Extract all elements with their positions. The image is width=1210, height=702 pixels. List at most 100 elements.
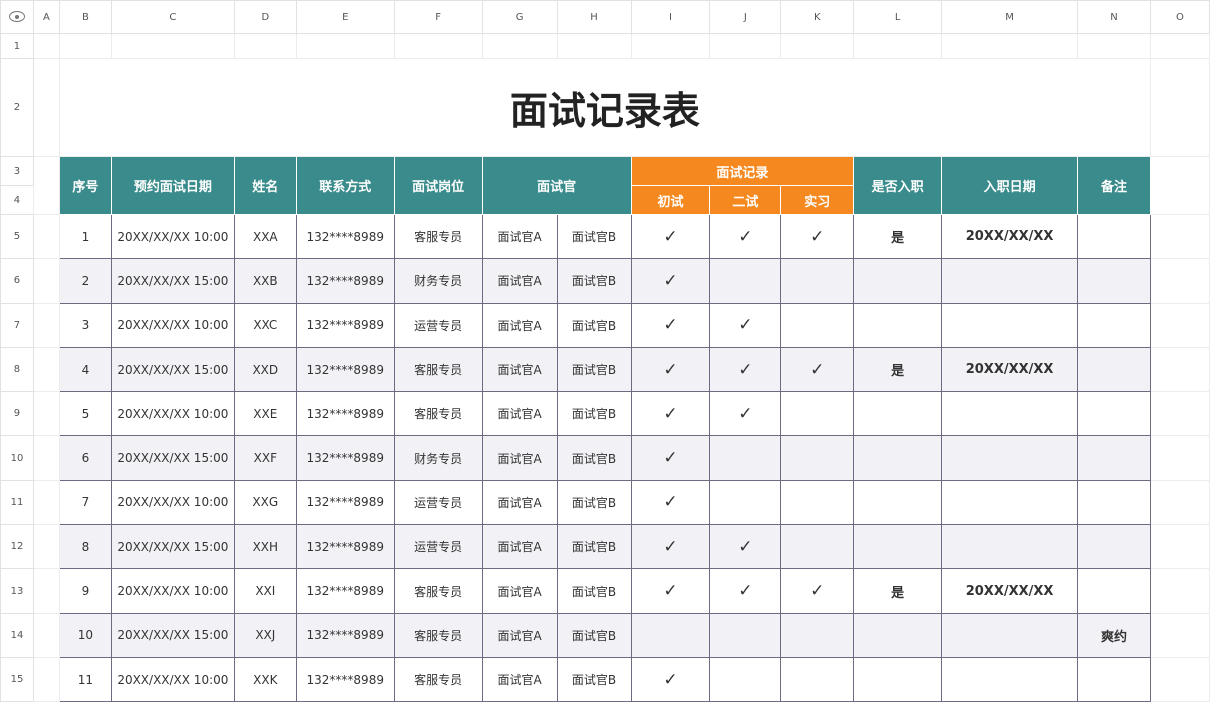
- cell-name[interactable]: XXG: [233, 479, 297, 526]
- header-record[interactable]: 面试记录: [630, 156, 855, 186]
- empty-cell[interactable]: [1149, 302, 1210, 348]
- header-note[interactable]: 备注: [1077, 156, 1151, 215]
- cell-contact[interactable]: 132****8989: [295, 435, 395, 481]
- cell-date[interactable]: 20XX/XX/XX 15:00: [110, 258, 235, 304]
- empty-cell[interactable]: [32, 479, 60, 526]
- empty-cell[interactable]: [32, 391, 60, 437]
- empty-cell[interactable]: [556, 33, 632, 59]
- cell-date[interactable]: 20XX/XX/XX 10:00: [110, 656, 235, 702]
- empty-cell[interactable]: [32, 156, 60, 215]
- cell-hired[interactable]: [853, 302, 943, 348]
- empty-cell[interactable]: [709, 33, 782, 59]
- cell-interviewer-a[interactable]: 面试官A: [481, 302, 558, 348]
- cell-position[interactable]: 运营专员: [393, 479, 483, 526]
- cell-contact[interactable]: 132****8989: [295, 302, 395, 348]
- column-header-K[interactable]: K: [780, 0, 855, 34]
- empty-cell[interactable]: [1149, 213, 1210, 260]
- column-header-B[interactable]: B: [58, 0, 112, 34]
- empty-cell[interactable]: [110, 33, 235, 59]
- row-header-5[interactable]: 5: [0, 213, 34, 260]
- cell-seq[interactable]: 10: [58, 612, 112, 658]
- empty-cell[interactable]: [1149, 568, 1210, 614]
- cell-name[interactable]: XXI: [233, 568, 297, 614]
- cell-date[interactable]: 20XX/XX/XX 10:00: [110, 213, 235, 260]
- cell-position[interactable]: 客服专员: [393, 391, 483, 437]
- cell-second-check[interactable]: ✓: [709, 346, 782, 393]
- cell-interviewer-b[interactable]: 面试官B: [556, 391, 632, 437]
- cell-name[interactable]: XXB: [233, 258, 297, 304]
- cell-contact[interactable]: 132****8989: [295, 391, 395, 437]
- cell-interviewer-a[interactable]: 面试官A: [481, 346, 558, 393]
- cell-hired[interactable]: 是: [853, 568, 943, 614]
- column-header-L[interactable]: L: [853, 0, 943, 34]
- empty-cell[interactable]: [32, 612, 60, 658]
- cell-intern-check[interactable]: [780, 656, 855, 702]
- empty-cell[interactable]: [630, 33, 711, 59]
- empty-cell[interactable]: [295, 33, 395, 59]
- select-all-corner[interactable]: [0, 0, 34, 34]
- header-position[interactable]: 面试岗位: [393, 156, 483, 215]
- cell-second-check[interactable]: [709, 656, 782, 702]
- cell-hired[interactable]: [853, 479, 943, 526]
- cell-note[interactable]: [1077, 568, 1151, 614]
- header-contact[interactable]: 联系方式: [295, 156, 395, 215]
- cell-intern-check[interactable]: [780, 435, 855, 481]
- cell-interviewer-b[interactable]: 面试官B: [556, 568, 632, 614]
- cell-position[interactable]: 财务专员: [393, 258, 483, 304]
- empty-cell[interactable]: [1149, 156, 1210, 215]
- cell-contact[interactable]: 132****8989: [295, 612, 395, 658]
- cell-seq[interactable]: 3: [58, 302, 112, 348]
- cell-position[interactable]: 客服专员: [393, 568, 483, 614]
- cell-second-check[interactable]: ✓: [709, 568, 782, 614]
- cell-intern-check[interactable]: ✓: [780, 346, 855, 393]
- cell-first-check[interactable]: [630, 612, 711, 658]
- column-header-J[interactable]: J: [709, 0, 782, 34]
- cell-seq[interactable]: 4: [58, 346, 112, 393]
- cell-hire-date[interactable]: [941, 612, 1079, 658]
- column-header-M[interactable]: M: [941, 0, 1079, 34]
- cell-intern-check[interactable]: ✓: [780, 213, 855, 260]
- cell-first-check[interactable]: ✓: [630, 656, 711, 702]
- cell-hired[interactable]: 是: [853, 346, 943, 393]
- cell-interviewer-a[interactable]: 面试官A: [481, 391, 558, 437]
- cell-name[interactable]: XXC: [233, 302, 297, 348]
- cell-intern-check[interactable]: [780, 524, 855, 570]
- cell-date[interactable]: 20XX/XX/XX 10:00: [110, 302, 235, 348]
- cell-hire-date[interactable]: [941, 435, 1079, 481]
- cell-hire-date[interactable]: 20XX/XX/XX: [941, 346, 1079, 393]
- cell-name[interactable]: XXD: [233, 346, 297, 393]
- cell-intern-check[interactable]: [780, 612, 855, 658]
- cell-first-check[interactable]: ✓: [630, 391, 711, 437]
- cell-position[interactable]: 财务专员: [393, 435, 483, 481]
- empty-cell[interactable]: [32, 435, 60, 481]
- cell-first-check[interactable]: ✓: [630, 568, 711, 614]
- cell-second-check[interactable]: [709, 258, 782, 304]
- cell-hired[interactable]: [853, 656, 943, 702]
- cell-date[interactable]: 20XX/XX/XX 10:00: [110, 479, 235, 526]
- empty-cell[interactable]: [32, 524, 60, 570]
- cell-interviewer-a[interactable]: 面试官A: [481, 612, 558, 658]
- cell-second-check[interactable]: [709, 479, 782, 526]
- cell-hire-date[interactable]: 20XX/XX/XX: [941, 213, 1079, 260]
- row-header-12[interactable]: 12: [0, 524, 34, 570]
- cell-position[interactable]: 客服专员: [393, 656, 483, 702]
- cell-interviewer-a[interactable]: 面试官A: [481, 258, 558, 304]
- cell-interviewer-a[interactable]: 面试官A: [481, 656, 558, 702]
- cell-seq[interactable]: 6: [58, 435, 112, 481]
- cell-seq[interactable]: 9: [58, 568, 112, 614]
- eye-icon[interactable]: [8, 11, 25, 23]
- cell-second-check[interactable]: ✓: [709, 302, 782, 348]
- empty-cell[interactable]: [1149, 346, 1210, 393]
- cell-interviewer-b[interactable]: 面试官B: [556, 479, 632, 526]
- empty-cell[interactable]: [941, 33, 1079, 59]
- empty-cell[interactable]: [1149, 656, 1210, 702]
- empty-cell[interactable]: [1149, 612, 1210, 658]
- cell-date[interactable]: 20XX/XX/XX 15:00: [110, 435, 235, 481]
- cell-first-check[interactable]: ✓: [630, 435, 711, 481]
- header-interviewer[interactable]: 面试官: [481, 156, 632, 215]
- cell-hire-date[interactable]: [941, 258, 1079, 304]
- cell-contact[interactable]: 132****8989: [295, 479, 395, 526]
- cell-contact[interactable]: 132****8989: [295, 213, 395, 260]
- row-header-3[interactable]: 3: [0, 156, 34, 186]
- cell-position[interactable]: 运营专员: [393, 302, 483, 348]
